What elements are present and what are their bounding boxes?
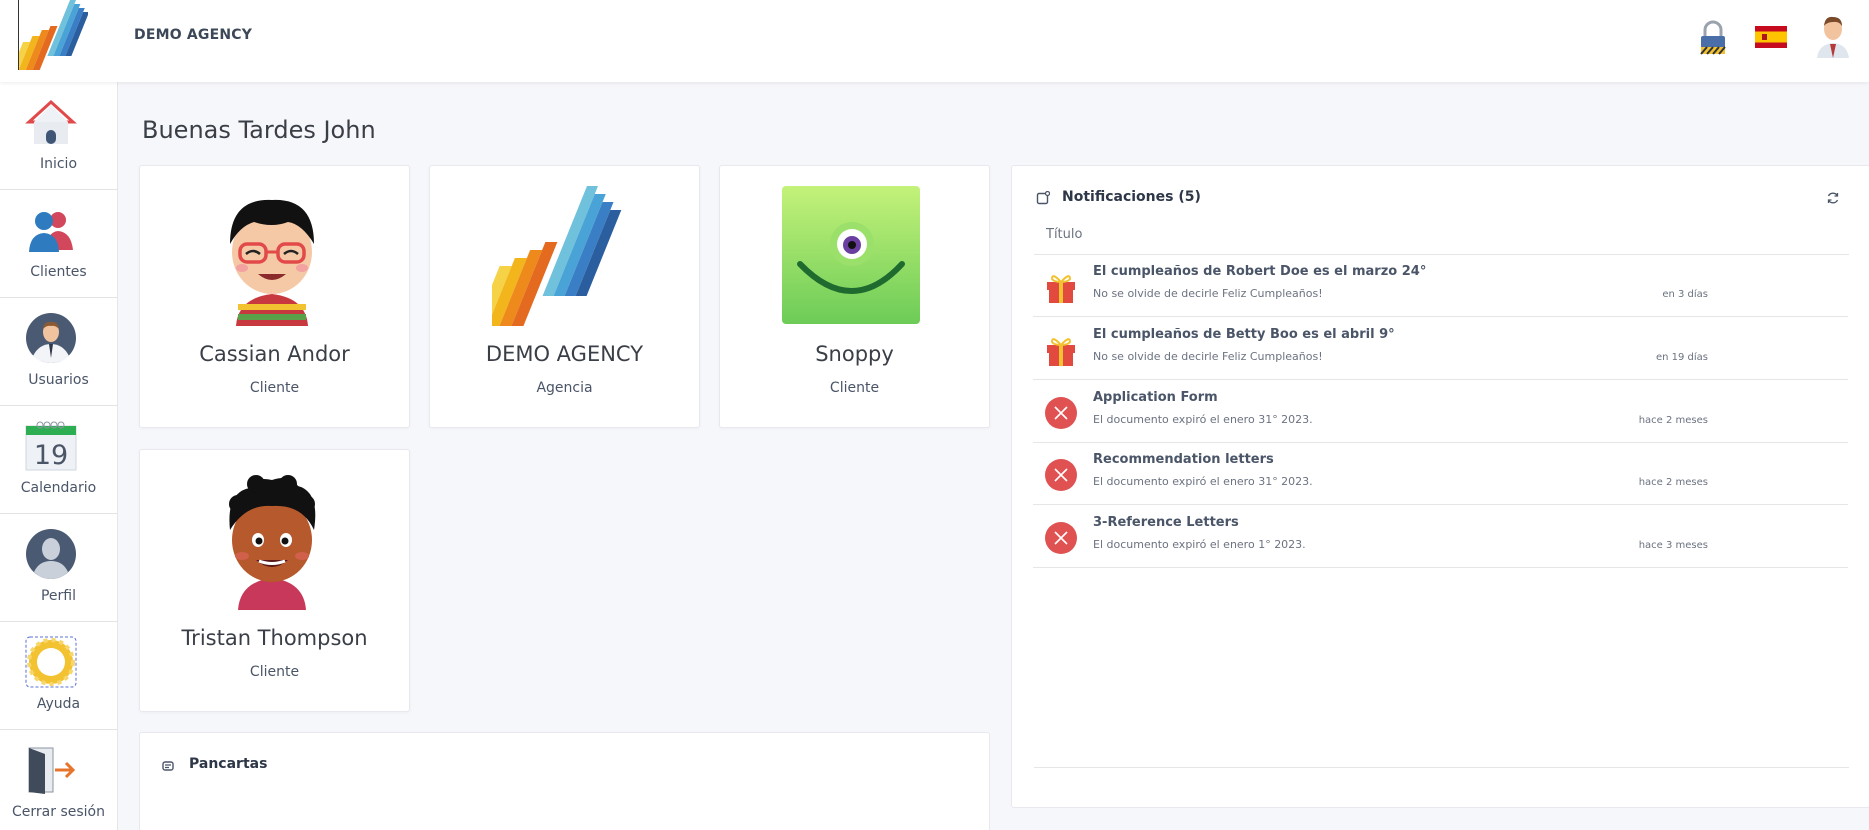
notification-row[interactable]: Application Form El documento expiró el …: [1033, 380, 1848, 443]
logout-icon: [25, 744, 77, 796]
sidebar-item-calendario[interactable]: 19 Calendario: [0, 406, 117, 514]
card-name: DEMO AGENCY: [485, 342, 644, 366]
sidebar-item-label: Ayuda: [36, 696, 81, 712]
sidebar-item-label: Cerrar sesión: [12, 804, 105, 820]
footer-divider: [1034, 767, 1849, 768]
notification-time: en 3 días: [1662, 289, 1708, 300]
boy-curly-avatar: [202, 470, 342, 610]
sidebar-item-usuarios[interactable]: Usuarios: [0, 298, 117, 406]
card-name: Snoppy: [815, 342, 894, 366]
agency-logo-avatar: [475, 186, 632, 326]
lock-icon[interactable]: [1698, 20, 1728, 60]
notification-time: hace 2 meses: [1638, 477, 1708, 488]
contact-card-cassian-andor[interactable]: Cassian Andor Cliente: [139, 165, 410, 428]
user-avatar-icon[interactable]: [1815, 14, 1851, 62]
notification-time: en 19 días: [1655, 352, 1708, 363]
card-name: Cassian Andor: [199, 342, 350, 366]
sidebar-item-label: Inicio: [39, 156, 78, 172]
notification-title: Application Form: [1093, 390, 1218, 405]
expired-icon: [1044, 521, 1078, 555]
help-icon: [25, 636, 77, 688]
card-role: Agencia: [536, 380, 593, 396]
sidebar-item-clientes[interactable]: Clientes: [0, 190, 117, 298]
notification-title: Recommendation letters: [1093, 452, 1274, 467]
agency-logo[interactable]: [11, 0, 90, 72]
users-icon: [25, 312, 77, 364]
notification-subtitle: No se olvide de decirle Feliz Cumpleaños…: [1093, 350, 1323, 363]
notification-row[interactable]: Recommendation letters El documento expi…: [1033, 442, 1848, 505]
home-icon: [25, 96, 77, 148]
card-role: Cliente: [249, 380, 300, 396]
notification-row[interactable]: El cumpleaños de Betty Boo es el abril 9…: [1033, 317, 1848, 380]
sidebar-item-perfil[interactable]: Perfil: [0, 514, 117, 622]
profile-icon: [25, 528, 77, 580]
expired-icon: [1044, 458, 1078, 492]
calendar-day: 19: [34, 440, 68, 471]
notification-subtitle: El documento expiró el enero 31° 2023.: [1093, 413, 1313, 426]
notification-title: El cumpleaños de Betty Boo es el abril 9…: [1093, 327, 1395, 342]
card-name: Tristan Thompson: [181, 626, 368, 650]
banners-panel: Pancartas: [139, 732, 990, 830]
gift-icon: [1044, 270, 1078, 304]
contact-card-tristan-thompson[interactable]: Tristan Thompson Cliente: [139, 449, 410, 712]
expired-icon: [1044, 396, 1078, 430]
notification-subtitle: No se olvide de decirle Feliz Cumpleaños…: [1093, 287, 1323, 300]
notification-row[interactable]: El cumpleaños de Robert Doe es el marzo …: [1033, 254, 1848, 317]
top-header: DEMO AGENCY: [0, 0, 1869, 82]
brand-name: DEMO AGENCY: [134, 27, 253, 43]
notification-title: El cumpleaños de Robert Doe es el marzo …: [1093, 264, 1427, 279]
notification-title: 3-Reference Letters: [1093, 515, 1239, 530]
boy-glasses-avatar: [202, 186, 342, 326]
sidebar-item-label: Perfil: [40, 588, 77, 604]
sidebar: Inicio Clientes Usuarios 19 Calendario P…: [0, 82, 118, 830]
card-role: Cliente: [829, 380, 880, 396]
sidebar-item-cerrar-sesion[interactable]: Cerrar sesión: [0, 730, 117, 830]
notifications-title: Notificaciones (5): [1062, 189, 1201, 205]
notification-time: hace 2 meses: [1638, 415, 1708, 426]
sidebar-item-inicio[interactable]: Inicio: [0, 82, 117, 190]
contact-card-snoppy[interactable]: Snoppy Cliente: [719, 165, 990, 428]
greeting: Buenas Tardes John: [142, 116, 376, 144]
notification-subtitle: El documento expiró el enero 31° 2023.: [1093, 475, 1313, 488]
clients-icon: [25, 204, 77, 256]
banners-title: Pancartas: [189, 756, 268, 772]
card-role: Cliente: [249, 664, 300, 680]
column-header-title: Título: [1046, 227, 1083, 242]
calendar-icon: 19: [25, 420, 77, 472]
notification-time: hace 3 meses: [1638, 540, 1708, 551]
notification-row[interactable]: 3-Reference Letters El documento expiró …: [1033, 505, 1848, 568]
sidebar-item-label: Clientes: [30, 264, 87, 280]
sidebar-item-label: Calendario: [20, 480, 97, 496]
green-monster-avatar: [782, 186, 922, 326]
refresh-icon[interactable]: [1826, 190, 1840, 209]
banner-icon: [161, 758, 175, 777]
spain-flag-icon[interactable]: [1755, 26, 1787, 52]
sidebar-item-ayuda[interactable]: Ayuda: [0, 622, 117, 730]
notifications-icon: [1036, 190, 1051, 209]
notification-subtitle: El documento expiró el enero 1° 2023.: [1093, 538, 1306, 551]
contact-card-demo-agency[interactable]: DEMO AGENCY Agencia: [429, 165, 700, 428]
gift-icon: [1044, 333, 1078, 367]
sidebar-item-label: Usuarios: [28, 372, 89, 388]
